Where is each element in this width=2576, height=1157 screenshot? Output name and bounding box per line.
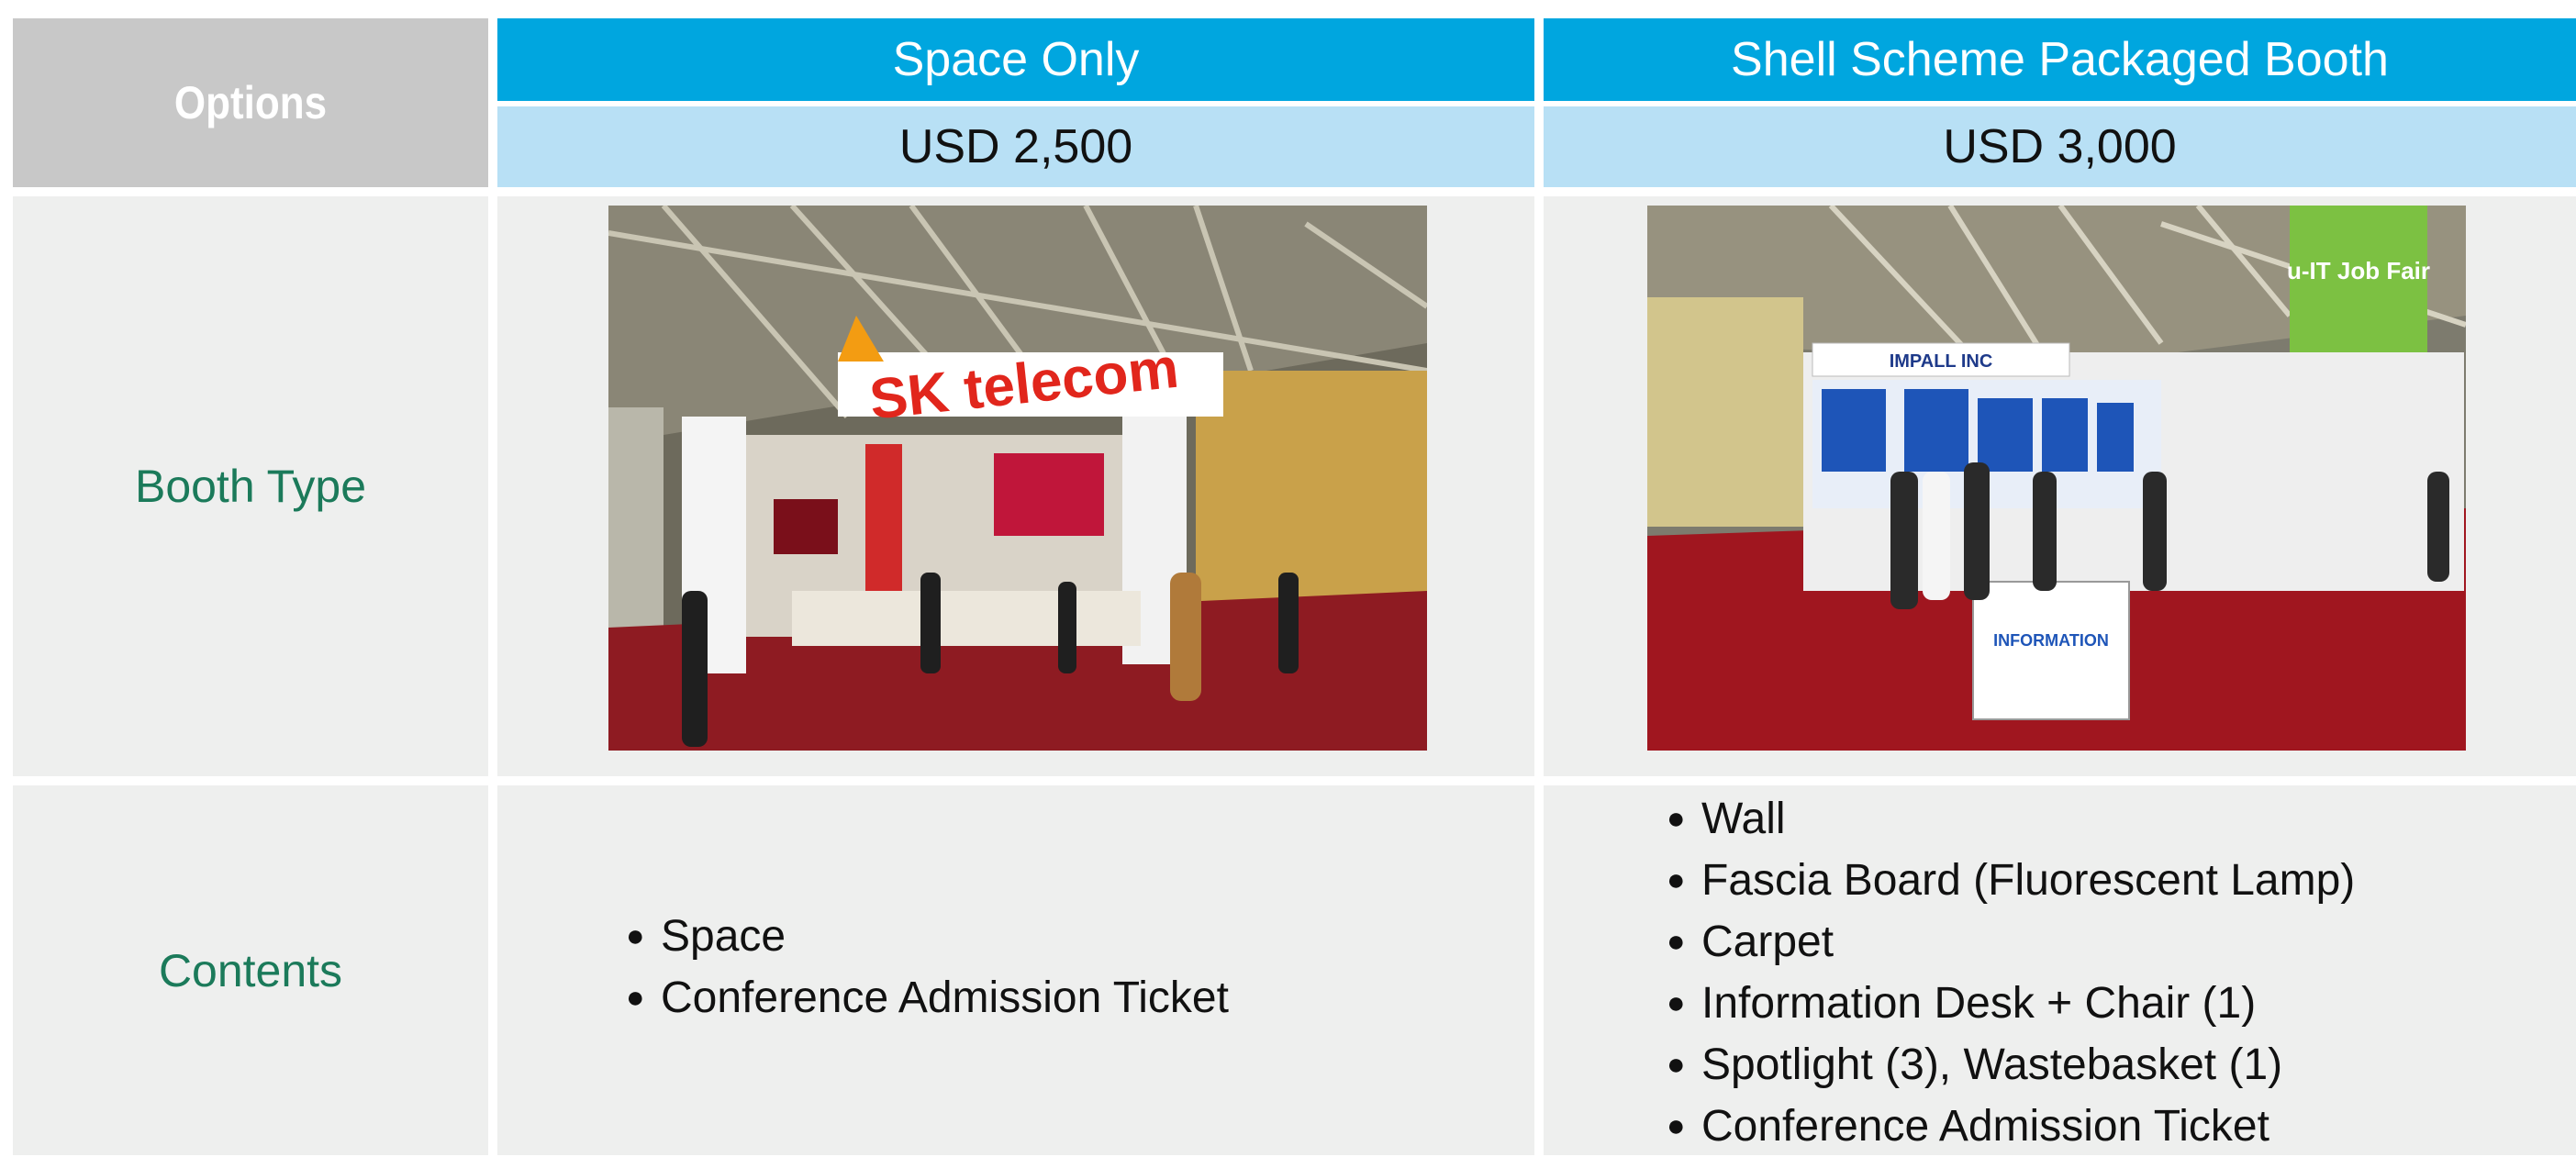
bullet-icon: ● (626, 980, 645, 1015)
space-only-title: Space Only (892, 33, 1140, 86)
list-item: ● Information Desk + Chair (1) (1667, 979, 2257, 1028)
contents-label-cell: Contents (13, 785, 488, 1155)
space-only-booth-photo: SK telecom (608, 206, 1427, 751)
shell-scheme-contents-list: ● Wall ● Fascia Board (Fluorescent Lamp) ●… (1667, 788, 2355, 1157)
options-header-cell: Options (13, 18, 488, 187)
shell-desk-text: INFORMATION (1993, 631, 2109, 650)
list-item: ● Conference Admission Ticket (1667, 1102, 2269, 1151)
space-only-header: Space Only (497, 18, 1534, 101)
booth-type-label-cell: Booth Type (13, 196, 488, 776)
list-item: ● Carpet (1667, 918, 1834, 966)
space-only-price: USD 2,500 (898, 120, 1133, 173)
shell-scheme-photo-cell: IMPALL INC u-IT Job Fair INFORMATION (1544, 196, 2576, 776)
shell-fascia-text: IMPALL INC (1890, 351, 1993, 372)
bullet-icon: ● (626, 918, 645, 953)
list-item: ● Conference Admission Ticket (626, 973, 1229, 1022)
shell-scheme-header: Shell Scheme Packaged Booth (1544, 18, 2576, 101)
shell-scheme-price: USD 3,000 (1943, 120, 2177, 173)
space-only-photo-cell: SK telecom (497, 196, 1534, 776)
bullet-icon: ● (1667, 862, 1686, 897)
list-item: ● Fascia Board (Fluorescent Lamp) (1667, 856, 2356, 905)
bullet-icon: ● (1667, 801, 1686, 836)
shell-scheme-price-cell: USD 3,000 (1544, 106, 2576, 187)
bullet-icon: ● (1667, 1047, 1686, 1082)
list-item: ● Wall (1667, 795, 1786, 843)
shell-banner-text: u-IT Job Fair (2287, 257, 2430, 284)
options-label: Options (173, 77, 328, 128)
bullet-icon: ● (1667, 1108, 1686, 1143)
bullet-icon: ● (1667, 985, 1686, 1020)
space-only-price-cell: USD 2,500 (497, 106, 1534, 187)
list-item: ● Spotlight (3), Wastebasket (1) (1667, 1040, 2283, 1089)
shell-scheme-booth-photo: IMPALL INC u-IT Job Fair INFORMATION (1647, 206, 2466, 751)
contents-label: Contents (158, 944, 343, 996)
bullet-icon: ● (1667, 924, 1686, 959)
booth-type-label: Booth Type (134, 461, 367, 512)
shell-scheme-contents-cell: ● Wall ● Fascia Board (Fluorescent Lamp) ●… (1544, 785, 2576, 1155)
list-item: ● Space (626, 912, 786, 961)
space-only-contents-cell: ● Space ● Conference Admission Ticket (497, 785, 1534, 1155)
space-only-contents-list: ● Space ● Conference Admission Ticket (626, 906, 1229, 1029)
shell-scheme-title: Shell Scheme Packaged Booth (1731, 33, 2389, 86)
